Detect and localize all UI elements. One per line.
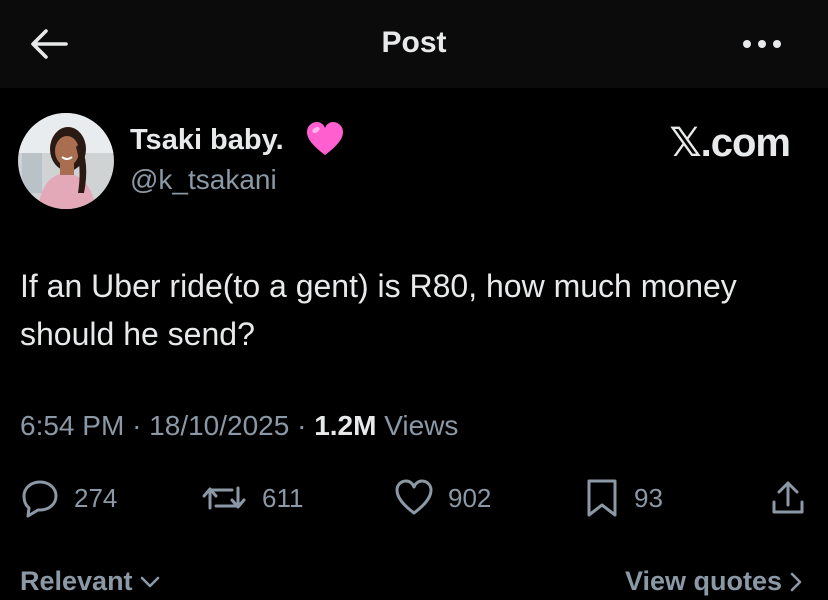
share-button[interactable]	[768, 476, 808, 520]
repost-count: 611	[262, 482, 304, 513]
bookmark-icon	[587, 479, 617, 517]
share-icon	[772, 481, 804, 514]
avatar[interactable]	[18, 113, 114, 209]
repost-button[interactable]: 611	[200, 476, 303, 520]
views-label[interactable]: Views	[384, 410, 458, 441]
post-date: 18/10/2025	[149, 410, 290, 441]
author-handle[interactable]: @k_tsakani	[130, 164, 277, 196]
bookmark-button[interactable]: 93	[584, 476, 663, 520]
view-quotes-link[interactable]: View quotes	[625, 566, 804, 597]
watermark-domain: .com	[700, 121, 791, 165]
more-dots-icon	[743, 40, 781, 48]
reply-count: 274	[74, 482, 118, 513]
sort-replies-dropdown[interactable]: Relevant	[20, 566, 161, 597]
reply-icon	[22, 480, 58, 518]
top-bar: Post	[0, 0, 828, 88]
like-button[interactable]: 902	[394, 476, 491, 520]
more-options-button[interactable]	[740, 30, 788, 58]
meta-separator: ·	[297, 410, 307, 441]
post-text: If an Uber ride(to a gent) is R80, how m…	[20, 268, 737, 352]
like-count: 902	[448, 482, 492, 513]
reply-button[interactable]: 274	[20, 476, 117, 520]
meta-separator: ·	[132, 410, 142, 441]
x-logo-icon: 𝕏	[669, 120, 701, 166]
page-title: Post	[381, 26, 447, 59]
chevron-right-icon	[790, 572, 802, 591]
pink-heart-icon	[307, 122, 343, 155]
heart-outline-icon	[395, 479, 433, 515]
post-time: 6:54 PM	[20, 410, 125, 441]
avatar-photo	[18, 113, 114, 209]
chevron-down-icon	[140, 576, 159, 587]
repost-icon	[202, 486, 246, 510]
post-meta: 6:54 PM · 18/10/2025 · 1.2M Views	[20, 410, 458, 442]
view-quotes-label: View quotes	[624, 566, 782, 596]
views-count[interactable]: 1.2M	[314, 410, 376, 441]
sort-label: Relevant	[20, 566, 133, 596]
bookmark-count: 93	[634, 482, 663, 513]
x-watermark: 𝕏.com	[669, 120, 791, 166]
author-name[interactable]: Tsaki baby.	[130, 124, 284, 157]
